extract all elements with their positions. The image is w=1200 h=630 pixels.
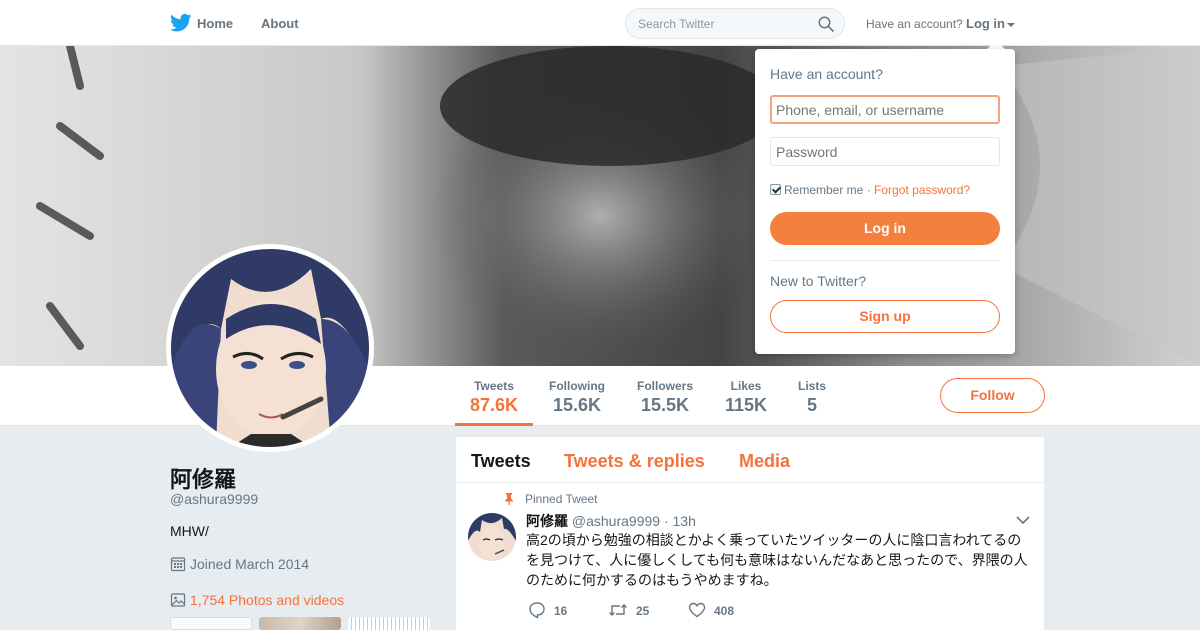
caret-down-icon	[1007, 22, 1015, 27]
stat-value: 15.5K	[640, 395, 690, 415]
stat-tweets[interactable]: Tweets 87.6K	[455, 366, 533, 426]
profile-bio: MHW/	[170, 523, 209, 539]
photos-text: 1,754 Photos and videos	[190, 592, 345, 608]
photo-icon	[170, 593, 186, 607]
media-thumbnail[interactable]	[259, 617, 341, 630]
dropdown-title: Have an account?	[770, 66, 883, 82]
tweet-author-handle[interactable]: @ashura9999	[572, 513, 660, 529]
stat-value: 5	[806, 395, 817, 415]
retweet-count: 25	[636, 604, 650, 618]
nav-home-link[interactable]: Home	[197, 16, 233, 31]
stat-following[interactable]: Following 15.6K	[544, 366, 610, 426]
follow-button[interactable]: Follow	[940, 378, 1045, 413]
stat-label: Likes	[730, 379, 762, 393]
tweet-avatar-illustration	[468, 513, 516, 561]
profile-name: 阿修羅	[170, 467, 237, 492]
stat-likes[interactable]: Likes 115K	[720, 366, 772, 426]
tab-tweets[interactable]: Tweets	[471, 451, 531, 472]
new-to-twitter-text: New to Twitter?	[770, 273, 867, 289]
search-input[interactable]: Search Twitter	[625, 8, 845, 39]
stat-lists[interactable]: Lists 5	[793, 366, 831, 426]
stat-value: 87.6K	[469, 395, 519, 415]
username-field[interactable]	[770, 95, 1000, 124]
tab-tweets-replies[interactable]: Tweets & replies	[564, 451, 705, 472]
twitter-bird-icon[interactable]	[170, 13, 192, 33]
login-dropdown: Have an account? Remember me · Forgot pa…	[755, 49, 1015, 354]
search-icon[interactable]	[818, 16, 834, 32]
profile-avatar[interactable]	[166, 244, 374, 452]
stat-label: Lists	[797, 379, 826, 393]
retweet-icon	[609, 604, 627, 616]
tweet-author-name[interactable]: 阿修羅	[526, 513, 568, 529]
password-field[interactable]	[770, 137, 1000, 166]
photos-link[interactable]: 1,754 Photos and videos	[170, 592, 344, 608]
login-button[interactable]: Log in	[770, 212, 1000, 245]
timeline: Tweets Tweets & replies Media Pinned Twe…	[456, 437, 1044, 630]
like-count: 408	[714, 604, 735, 618]
heart-icon	[688, 602, 706, 618]
remember-row: Remember me · Forgot password?	[770, 183, 970, 197]
reply-count: 16	[554, 604, 568, 618]
retweet-action[interactable]: 25	[608, 601, 649, 619]
media-thumbnail[interactable]	[348, 617, 430, 630]
have-account-text: Have an account?	[866, 17, 963, 31]
pinned-tweet-label: Pinned Tweet	[525, 492, 598, 506]
forgot-password-link[interactable]: Forgot password?	[874, 183, 970, 197]
dropdown-caret	[987, 40, 1005, 49]
top-nav: Home About Search Twitter Have an accoun…	[0, 0, 1200, 46]
remember-separator: ·	[866, 183, 871, 197]
dropdown-divider	[770, 260, 1000, 261]
login-label: Log in	[966, 16, 1005, 31]
avatar-illustration	[171, 249, 369, 447]
tweet-separator: ·	[663, 513, 669, 529]
stat-value: 15.6K	[552, 395, 602, 415]
tweet-header: 阿修羅 @ashura9999 · 13h	[526, 511, 696, 531]
stat-label: Following	[549, 379, 605, 393]
login-dropdown-toggle[interactable]: Log in	[966, 16, 1015, 31]
media-thumbnail[interactable]	[170, 617, 252, 630]
stat-label: Tweets	[474, 379, 514, 393]
like-action[interactable]: 408	[688, 601, 734, 619]
nav-about-link[interactable]: About	[261, 16, 299, 31]
tweet-timestamp[interactable]: 13h	[673, 513, 696, 529]
profile-joined: Joined March 2014	[170, 556, 309, 572]
profile-handle: @ashura9999	[170, 491, 259, 507]
tweet-text: 高2の頃から勉強の相談とかよく乗っていたツイッターの人に陰口言われてるのを見つけ…	[526, 532, 1028, 588]
signup-button[interactable]: Sign up	[770, 300, 1000, 333]
joined-text: Joined March 2014	[190, 556, 310, 572]
reply-icon	[529, 602, 545, 619]
timeline-tabs: Tweets Tweets & replies Media	[456, 437, 1044, 483]
reply-action[interactable]: 16	[528, 601, 567, 619]
search-placeholder: Search Twitter	[638, 17, 715, 31]
tweet-avatar[interactable]	[468, 513, 516, 561]
stat-label: Followers	[636, 379, 693, 393]
tab-media[interactable]: Media	[739, 451, 790, 472]
remember-label[interactable]: Remember me	[784, 183, 863, 197]
stat-followers[interactable]: Followers 15.5K	[632, 366, 698, 426]
stat-value: 115K	[724, 395, 768, 415]
calendar-icon	[170, 557, 186, 572]
chevron-down-icon[interactable]	[1016, 515, 1030, 525]
remember-checkbox[interactable]	[770, 184, 781, 195]
pin-icon	[505, 493, 513, 505]
